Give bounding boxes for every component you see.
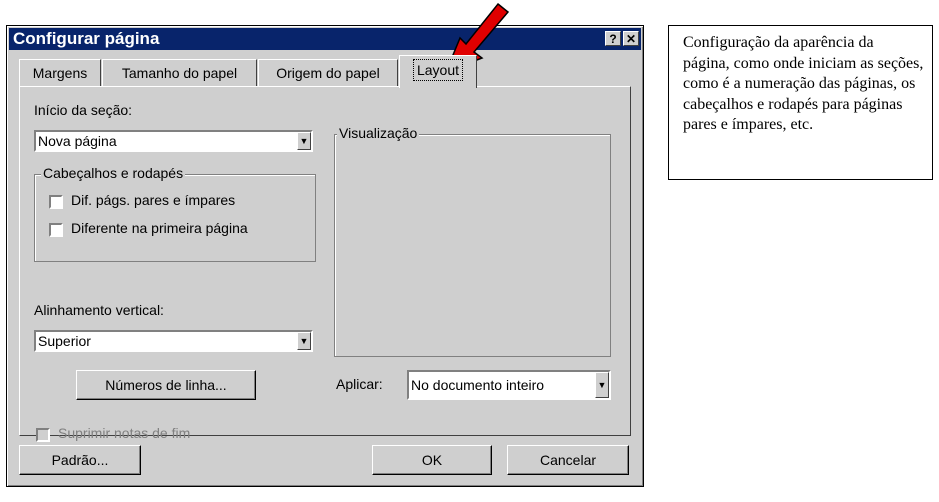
dialog-title: Configurar página: [13, 29, 160, 48]
preview-title: Visualização: [337, 125, 420, 141]
close-icon[interactable]: ✕: [623, 31, 639, 46]
tab-paper-source-label: Origem do papel: [276, 65, 380, 81]
tab-layout-label: Layout: [412, 59, 464, 81]
help-icon[interactable]: ?: [605, 31, 621, 46]
tab-paper-size-label: Tamanho do papel: [121, 65, 238, 81]
dropdown-arrow-icon[interactable]: ▼: [297, 332, 311, 350]
suppress-endnotes-label: Suprimir notas de fim: [58, 425, 191, 441]
cancel-button[interactable]: Cancelar: [507, 445, 629, 475]
headers-footers-group-title: Cabeçalhos e rodapés: [41, 165, 186, 181]
section-start-label: Início da seção:: [34, 102, 133, 118]
apply-value: No documento inteiro: [411, 377, 545, 393]
dropdown-arrow-icon[interactable]: ▼: [595, 372, 609, 398]
apply-label: Aplicar:: [336, 376, 383, 392]
ok-button[interactable]: OK: [372, 445, 492, 475]
odd-even-label: Dif. págs. pares e ímpares: [71, 192, 236, 208]
tab-margins-label: Margens: [32, 65, 88, 81]
page-setup-dialog: Configurar página ? ✕ Margens Tamanho do…: [6, 25, 644, 487]
vertical-align-value: Superior: [38, 333, 91, 349]
line-numbers-button[interactable]: Números de linha...: [76, 370, 256, 400]
dropdown-arrow-icon[interactable]: ▼: [297, 132, 311, 150]
tab-paper-size[interactable]: Tamanho do papel: [102, 59, 257, 87]
dialog-titlebar: Configurar página ? ✕: [9, 28, 641, 50]
section-start-select[interactable]: Nova página ▼: [34, 130, 313, 152]
callout-box: Configuração da aparência da página, com…: [668, 25, 933, 180]
callout-text: Configuração da aparência da página, com…: [683, 34, 924, 133]
section-start-value: Nova página: [38, 133, 117, 149]
preview-group: Visualização: [334, 125, 611, 357]
tab-margins[interactable]: Margens: [19, 59, 101, 87]
apply-select[interactable]: No documento inteiro ▼: [407, 370, 611, 400]
default-button[interactable]: Padrão...: [19, 445, 141, 475]
tab-paper-source[interactable]: Origem do papel: [258, 59, 398, 87]
headers-footers-group: Cabeçalhos e rodapés Dif. págs. pares e …: [34, 165, 316, 262]
suppress-endnotes-checkbox: [36, 428, 50, 442]
odd-even-checkbox[interactable]: [49, 195, 63, 209]
vertical-align-select[interactable]: Superior ▼: [34, 330, 313, 352]
vertical-align-label: Alinhamento vertical:: [34, 302, 164, 318]
layout-panel: Início da seção: Nova página ▼ Cabeçalho…: [19, 86, 631, 442]
first-page-label: Diferente na primeira página: [71, 220, 248, 236]
first-page-checkbox[interactable]: [49, 223, 63, 237]
tab-layout[interactable]: Layout: [399, 55, 477, 88]
